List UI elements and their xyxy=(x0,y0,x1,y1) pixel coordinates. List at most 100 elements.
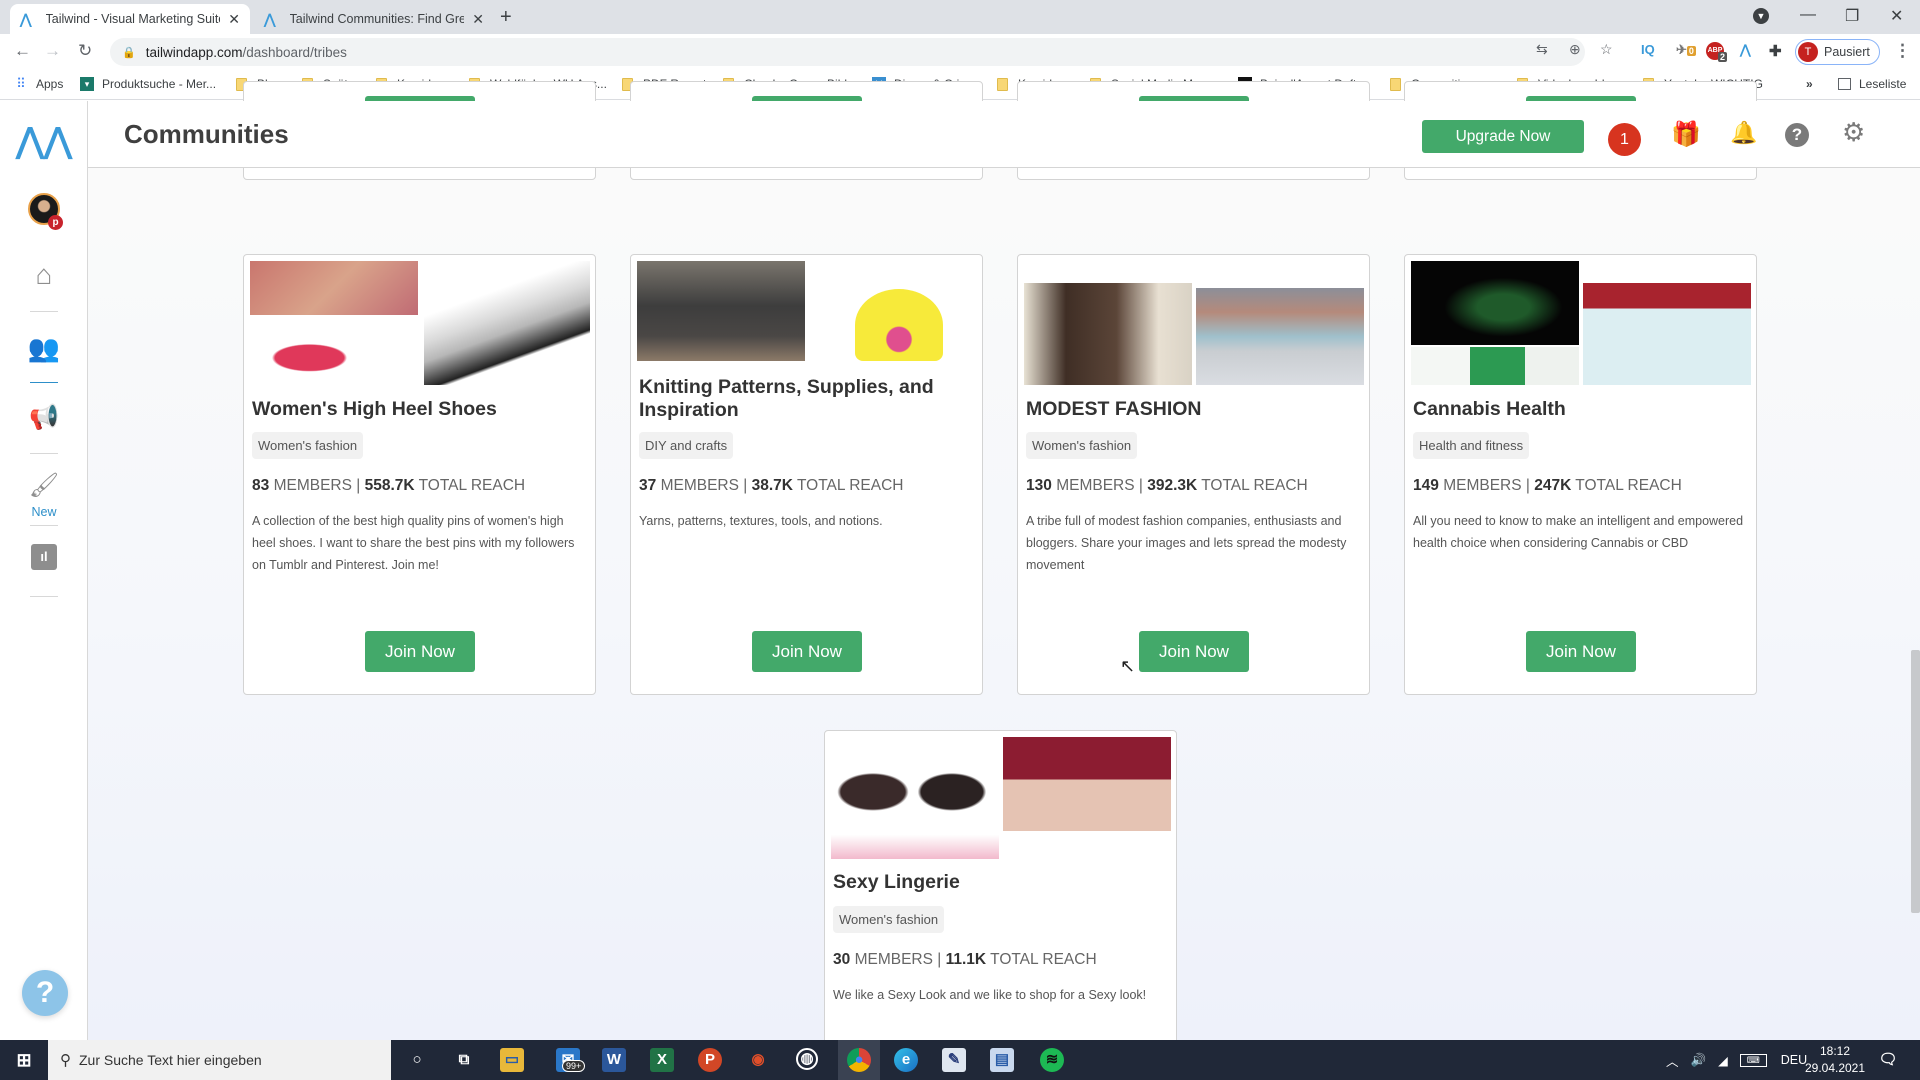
category-tag: DIY and crafts xyxy=(639,432,734,459)
bookmark-item[interactable]: ▾ Produktsuche - Mer... xyxy=(80,77,216,91)
member-count: 37 xyxy=(639,477,657,494)
powerpoint-icon[interactable]: P xyxy=(698,1048,722,1072)
excel-icon[interactable]: X xyxy=(650,1048,674,1072)
new-label: New xyxy=(31,505,57,519)
wifi-icon[interactable]: ◢ xyxy=(1718,1053,1728,1068)
community-card[interactable]: Knitting Patterns, Supplies, and Inspira… xyxy=(630,254,983,695)
cortana-icon[interactable]: ○ xyxy=(405,1048,429,1072)
bookmark-apps[interactable]: ⠿ Apps xyxy=(14,76,63,92)
clock-time: 18:12 xyxy=(1819,1044,1851,1058)
iq-extension-icon[interactable]: IQ xyxy=(1641,42,1655,57)
bird-extension-icon[interactable]: ✈ 0 xyxy=(1676,42,1696,58)
member-count: 83 xyxy=(252,477,270,494)
community-card[interactable]: MODEST FASHION Women's fashion 130 MEMBE… xyxy=(1017,254,1370,695)
extensions-puzzle-icon[interactable]: ✚ xyxy=(1769,42,1782,60)
reload-icon[interactable]: ↻ xyxy=(78,41,92,61)
gift-icon[interactable]: 🎁 xyxy=(1671,120,1701,149)
community-name[interactable]: MODEST FASHION xyxy=(1026,398,1356,421)
profile-button[interactable]: T Pausiert xyxy=(1795,39,1880,65)
taskbar-search-box[interactable]: ⚲ Zur Suche Text hier eingeben xyxy=(48,1040,391,1080)
word-icon[interactable]: W xyxy=(602,1048,626,1072)
restore-icon[interactable]: ❐ xyxy=(1845,6,1859,26)
join-now-button[interactable]: Join Now xyxy=(365,631,475,672)
sidebar-item-communities[interactable]: 👥 xyxy=(0,333,88,364)
system-tray: ︿ 🔊 ◢ ⌨ DEU xyxy=(1660,1040,1807,1080)
community-stats: 130 MEMBERS | 392.3K TOTAL REACH xyxy=(1026,477,1308,494)
file-explorer-icon[interactable]: ▭ xyxy=(500,1048,524,1072)
community-name[interactable]: Cannabis Health xyxy=(1413,398,1743,421)
folder-icon xyxy=(997,77,1008,91)
snip-tool-icon[interactable]: ✎ xyxy=(942,1048,966,1072)
help-icon[interactable]: ? xyxy=(1785,123,1809,147)
bell-icon[interactable]: 🔔 xyxy=(1730,120,1757,146)
minimize-icon[interactable]: — xyxy=(1800,6,1816,24)
help-chat-button[interactable]: ? xyxy=(22,970,68,1016)
volume-icon[interactable]: 🔊 xyxy=(1691,1053,1707,1068)
reach-label: TOTAL REACH xyxy=(796,477,904,494)
keyboard-icon[interactable]: ⌨ xyxy=(1739,1053,1767,1067)
spotify-icon[interactable]: ≋ xyxy=(1040,1048,1064,1072)
chrome-icon[interactable]: ● xyxy=(847,1048,871,1072)
divider xyxy=(30,311,58,312)
close-tab-icon[interactable]: ✕ xyxy=(472,11,484,28)
sidebar-item-marketing[interactable]: 📢 xyxy=(0,403,88,432)
sidebar-item-insights[interactable]: ıl xyxy=(0,544,88,570)
upgrade-now-button[interactable]: Upgrade Now xyxy=(1422,120,1584,153)
community-card[interactable]: Cannabis Health Health and fitness 149 M… xyxy=(1404,254,1757,695)
extension-badge: 0 xyxy=(1686,46,1696,56)
total-reach: 38.7K xyxy=(751,477,793,494)
close-tab-icon[interactable]: ✕ xyxy=(228,11,240,28)
folder-icon xyxy=(1390,77,1401,91)
notification-count-badge[interactable]: 1 xyxy=(1608,123,1641,156)
forward-icon[interactable]: → xyxy=(44,41,61,61)
translate-icon[interactable]: ⇆ xyxy=(1536,41,1548,58)
clock[interactable]: 18:12 29.04.2021 xyxy=(1800,1043,1870,1077)
tailwind-logo-icon[interactable]: ⋀⋀ xyxy=(0,121,88,161)
windows-start-icon[interactable]: ⊞ xyxy=(12,1048,36,1072)
mail-badge: 99+ xyxy=(562,1060,586,1072)
settings-gear-icon[interactable]: ⚙ xyxy=(1842,117,1865,148)
edge-icon[interactable]: e xyxy=(894,1048,918,1072)
tab-tailwind-marketing-suite[interactable]: ⋀ Tailwind - Visual Marketing Suite ✕ xyxy=(10,4,250,34)
pin-image-red-heel xyxy=(250,317,420,385)
bookmark-label: Produktsuche - Mer... xyxy=(102,77,217,91)
community-name[interactable]: Sexy Lingerie xyxy=(833,871,1163,894)
reading-list-button[interactable]: Leseliste xyxy=(1838,77,1906,91)
task-view-icon[interactable]: ⧉ xyxy=(452,1048,476,1072)
community-description: Yarns, patterns, textures, tools, and no… xyxy=(639,514,883,528)
active-indicator xyxy=(30,382,58,383)
back-icon[interactable]: ← xyxy=(14,41,31,61)
category-tag: Women's fashion xyxy=(252,432,364,459)
new-tab-button[interactable]: + xyxy=(500,6,512,29)
obs-icon[interactable]: ◍ xyxy=(796,1048,818,1070)
zoom-icon[interactable]: ⊕ xyxy=(1569,41,1581,58)
join-now-button[interactable]: Join Now xyxy=(752,631,862,672)
tab-search-icon[interactable]: ▼ xyxy=(1753,8,1769,24)
bookmark-star-icon[interactable]: ☆ xyxy=(1600,41,1613,58)
member-count: 130 xyxy=(1026,477,1052,494)
community-name[interactable]: Women's High Heel Shoes xyxy=(252,398,582,421)
community-stats: 83 MEMBERS | 558.7K TOTAL REACH xyxy=(252,477,526,494)
app-icon[interactable]: ◉ xyxy=(746,1048,770,1072)
community-name[interactable]: Knitting Patterns, Supplies, and Inspira… xyxy=(639,376,969,422)
join-now-button[interactable]: Join Now xyxy=(1139,631,1249,672)
close-window-icon[interactable]: ✕ xyxy=(1890,6,1903,26)
account-avatar[interactable]: p xyxy=(0,193,88,230)
chrome-menu-icon[interactable]: ⋮ xyxy=(1894,41,1911,61)
sidebar-item-create[interactable]: 🖌 xyxy=(0,471,88,500)
members-label: MEMBERS xyxy=(1056,477,1135,494)
notifications-icon[interactable]: 🗨 xyxy=(1876,1048,1900,1072)
community-card[interactable]: Sexy Lingerie Women's fashion 30 MEMBERS… xyxy=(824,730,1177,1060)
url-path: /dashboard/tribes xyxy=(242,44,347,60)
app-icon[interactable]: ▤ xyxy=(990,1048,1014,1072)
community-card[interactable]: Women's High Heel Shoes Women's fashion … xyxy=(243,254,596,695)
address-bar[interactable]: 🔒 tailwindapp.com/dashboard/tribes xyxy=(110,38,1585,66)
tailwind-extension-icon[interactable]: ⋀ xyxy=(1740,42,1751,58)
sidebar-item-home[interactable]: ⌂ xyxy=(0,259,88,291)
tray-expand-icon[interactable]: ︿ xyxy=(1666,1051,1679,1070)
more-bookmarks-button[interactable]: » xyxy=(1806,77,1813,91)
apps-grid-icon: ⠿ xyxy=(16,76,26,91)
tab-tailwind-communities[interactable]: ⋀ Tailwind Communities: Find Great ✕ xyxy=(254,4,494,34)
page-scrollbar-thumb[interactable] xyxy=(1911,650,1920,913)
join-now-button[interactable]: Join Now xyxy=(1526,631,1636,672)
